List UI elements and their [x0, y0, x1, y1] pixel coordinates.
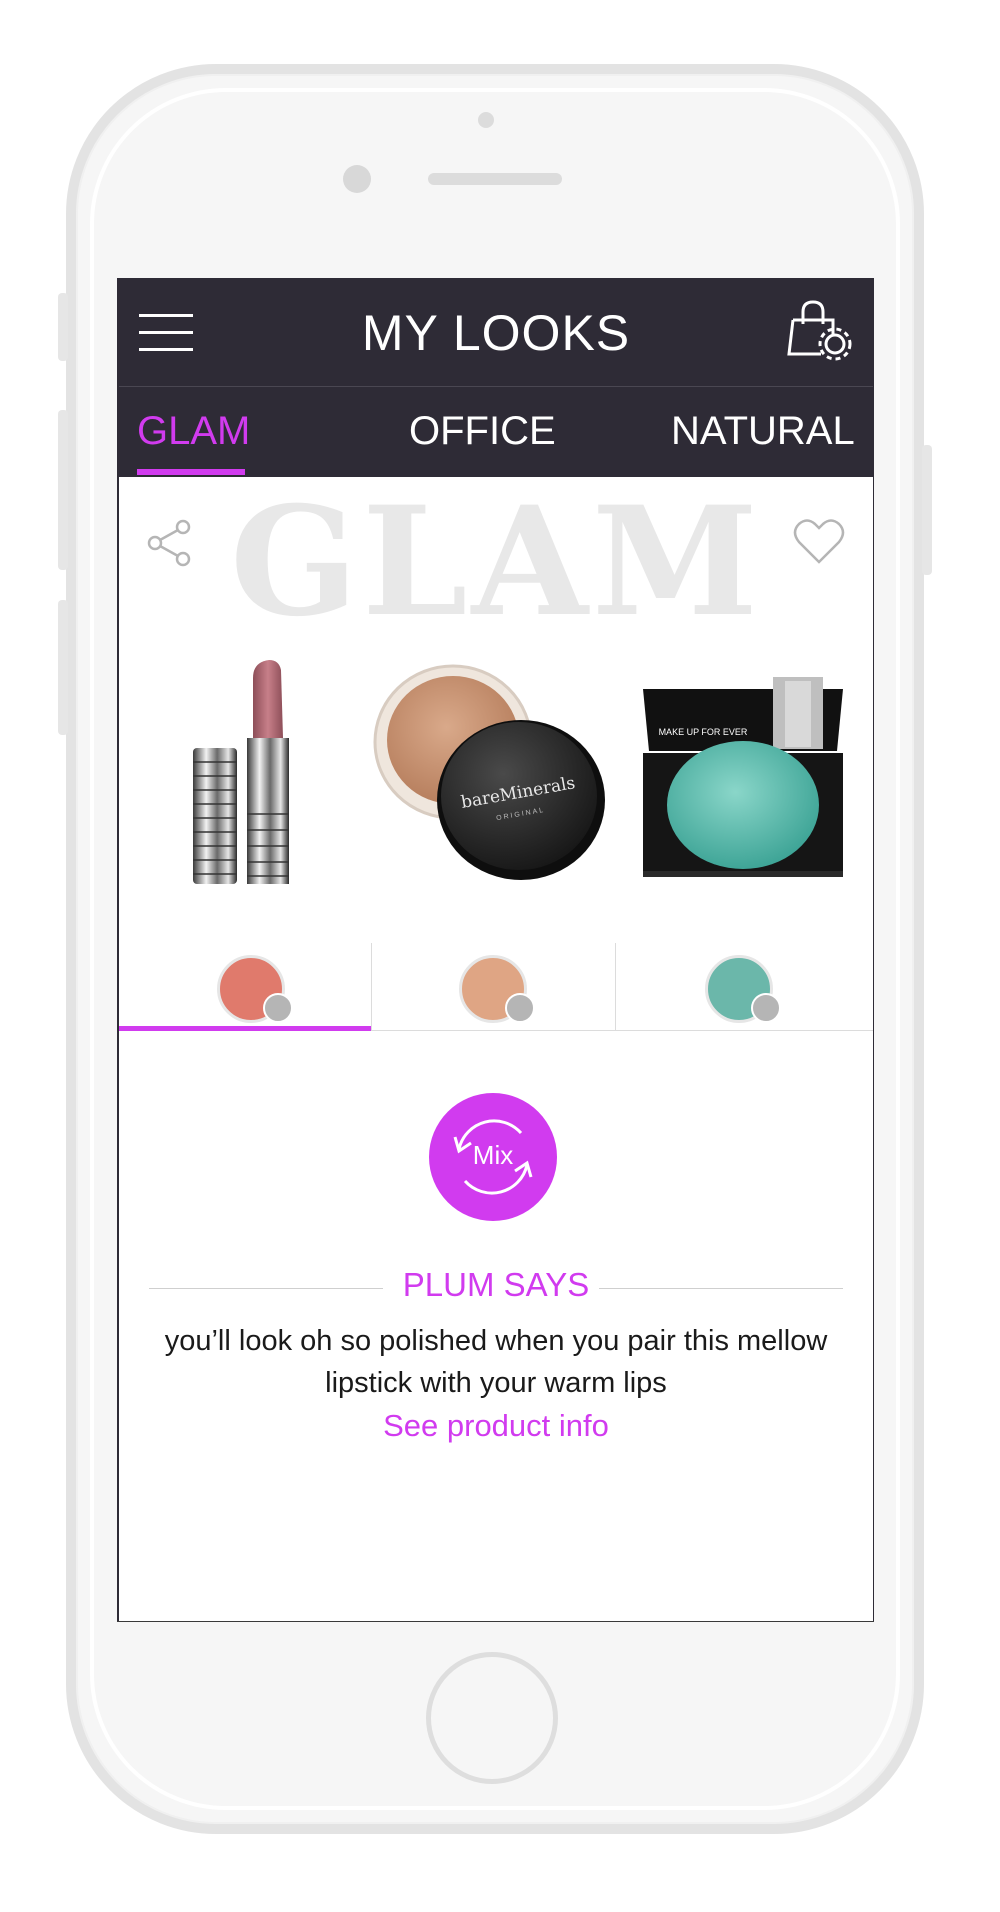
shade-option-lipstick[interactable]	[119, 943, 371, 1031]
silent-switch	[58, 293, 68, 361]
tab-natural[interactable]: NATURAL	[671, 409, 855, 454]
recommendation-message: you’ll look oh so polished when you pair…	[164, 1325, 828, 1399]
plum-says-heading: PLUM SAYS	[149, 1266, 843, 1310]
volume-down-button	[58, 600, 68, 735]
power-button	[922, 445, 932, 575]
mix-label: Mix	[472, 1140, 514, 1170]
app-header: MY LOOKS	[119, 278, 873, 386]
swatch-divider	[615, 943, 616, 1031]
favorite-heart-icon[interactable]	[793, 518, 845, 566]
check-icon	[505, 993, 535, 1023]
plum-says-title: PLUM SAYS	[392, 1266, 600, 1303]
check-icon	[751, 993, 781, 1023]
share-icon[interactable]	[145, 518, 193, 568]
see-product-info-link[interactable]: See product info	[119, 1408, 873, 1444]
mix-button[interactable]: Mix	[429, 1093, 557, 1221]
earpiece-speaker	[428, 173, 562, 185]
screen-bottom-edge	[117, 1621, 874, 1622]
powder-product-image[interactable]: bareMinerals ORIGINAL	[371, 660, 611, 890]
tab-glam[interactable]: GLAM	[137, 409, 250, 454]
shopping-bag-settings-icon[interactable]	[787, 300, 853, 362]
lipstick-product-image[interactable]	[189, 658, 309, 888]
active-shade-indicator	[119, 1026, 371, 1031]
front-camera	[343, 165, 371, 193]
app-screen: MY LOOKS GLAM OFFICE NATURAL GLAM bareMi…	[117, 278, 874, 1622]
look-watermark: GLAM	[230, 474, 762, 650]
home-button[interactable]	[426, 1652, 558, 1784]
eyeshadow-brand-text: MAKE UP FOR EVER	[659, 727, 748, 737]
shade-option-powder[interactable]	[371, 943, 615, 1031]
page-title: MY LOOKS	[361, 305, 631, 361]
eyeshadow-product-image[interactable]: MAKE UP FOR EVER	[639, 675, 847, 880]
proximity-sensor	[478, 112, 494, 128]
volume-up-button	[58, 410, 68, 570]
swatch-divider	[371, 943, 372, 1031]
check-icon	[263, 993, 293, 1023]
shade-selector	[119, 943, 873, 1031]
shade-option-eyeshadow[interactable]	[615, 943, 873, 1031]
look-tabs: GLAM OFFICE NATURAL	[119, 386, 873, 477]
tab-office[interactable]: OFFICE	[409, 409, 556, 454]
